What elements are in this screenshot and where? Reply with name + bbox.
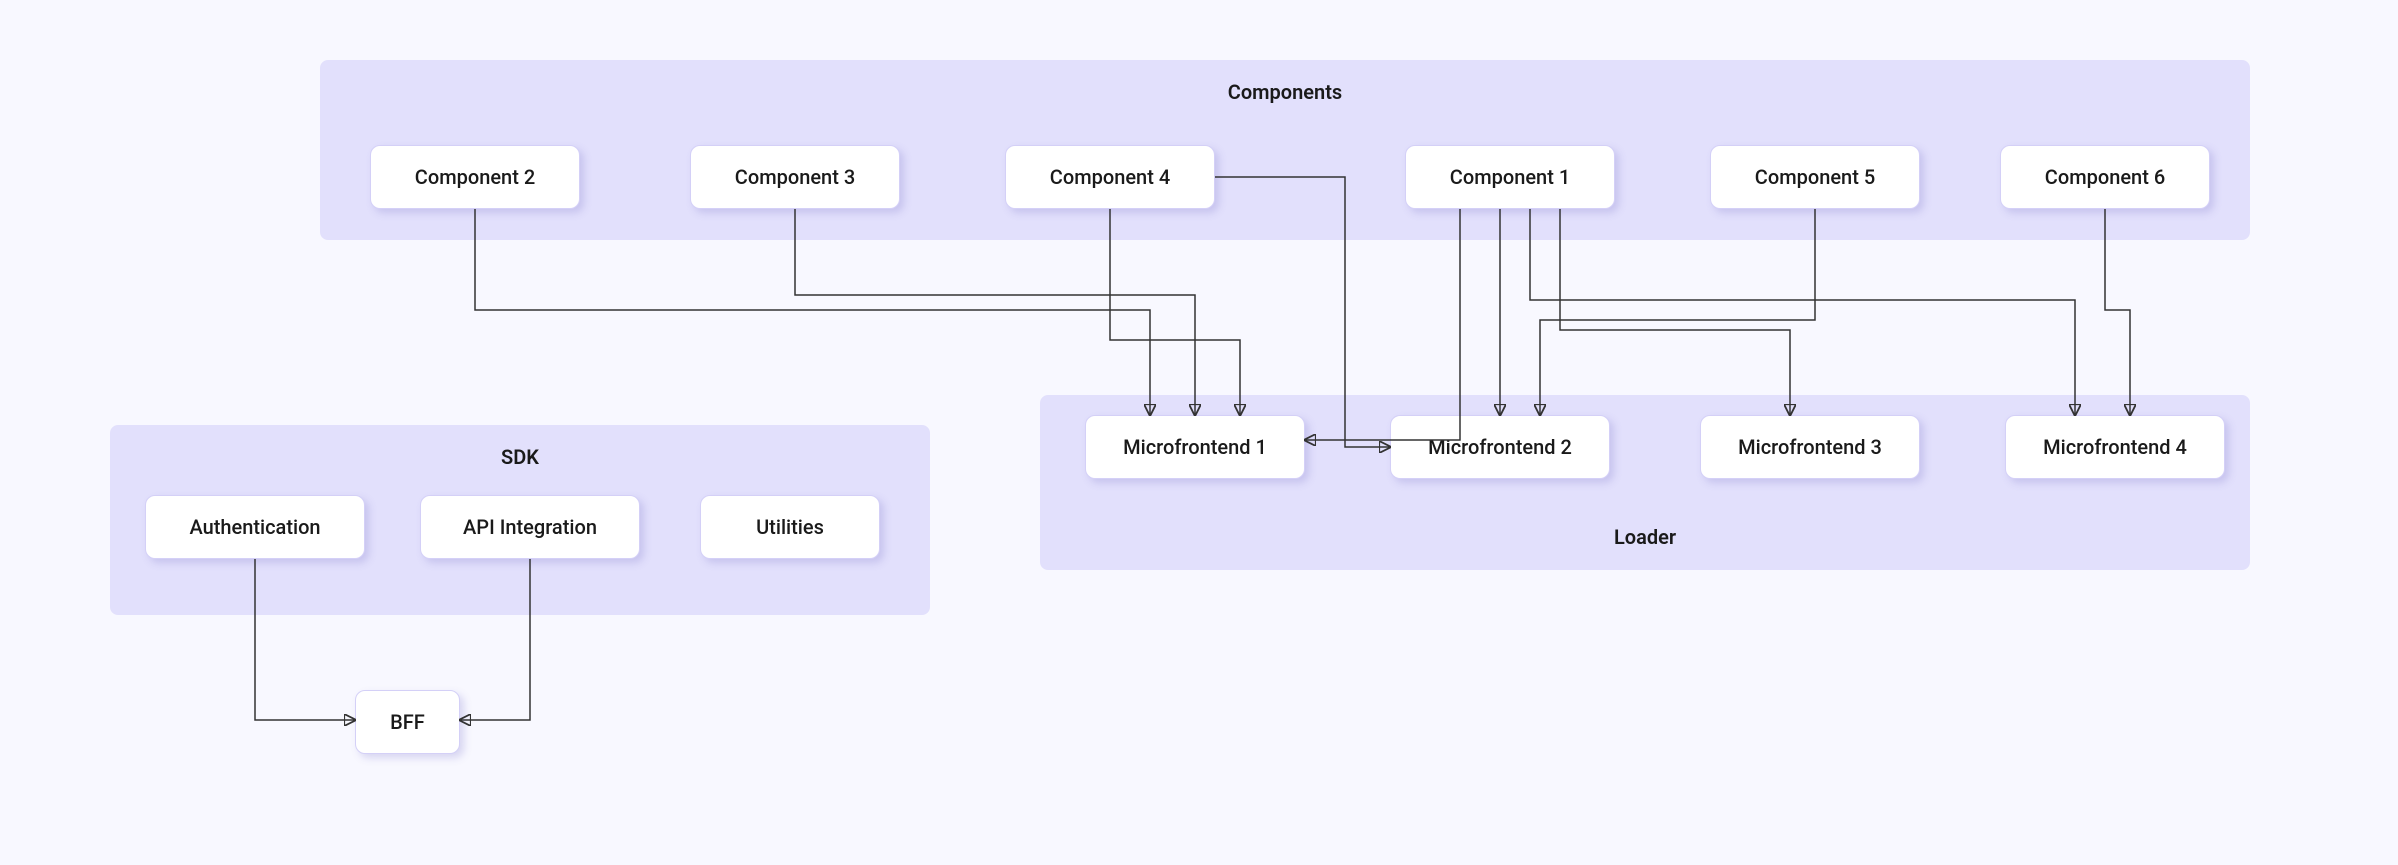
node-component-1: Component 1 [1405,145,1615,209]
node-component-3: Component 3 [690,145,900,209]
node-microfrontend-3: Microfrontend 3 [1700,415,1920,479]
node-component-5: Component 5 [1710,145,1920,209]
node-component-4: Component 4 [1005,145,1215,209]
group-title-sdk: SDK [110,445,930,469]
node-microfrontend-2: Microfrontend 2 [1390,415,1610,479]
node-microfrontend-4: Microfrontend 4 [2005,415,2225,479]
diagram-stage: Components Loader SDK Component 2 Compon… [0,0,2398,865]
node-authentication: Authentication [145,495,365,559]
node-bff: BFF [355,690,460,754]
group-title-loader: Loader [1040,525,2250,549]
group-title-components: Components [320,80,2250,104]
node-api-integration: API Integration [420,495,640,559]
node-utilities: Utilities [700,495,880,559]
node-component-2: Component 2 [370,145,580,209]
node-component-6: Component 6 [2000,145,2210,209]
node-microfrontend-1: Microfrontend 1 [1085,415,1305,479]
